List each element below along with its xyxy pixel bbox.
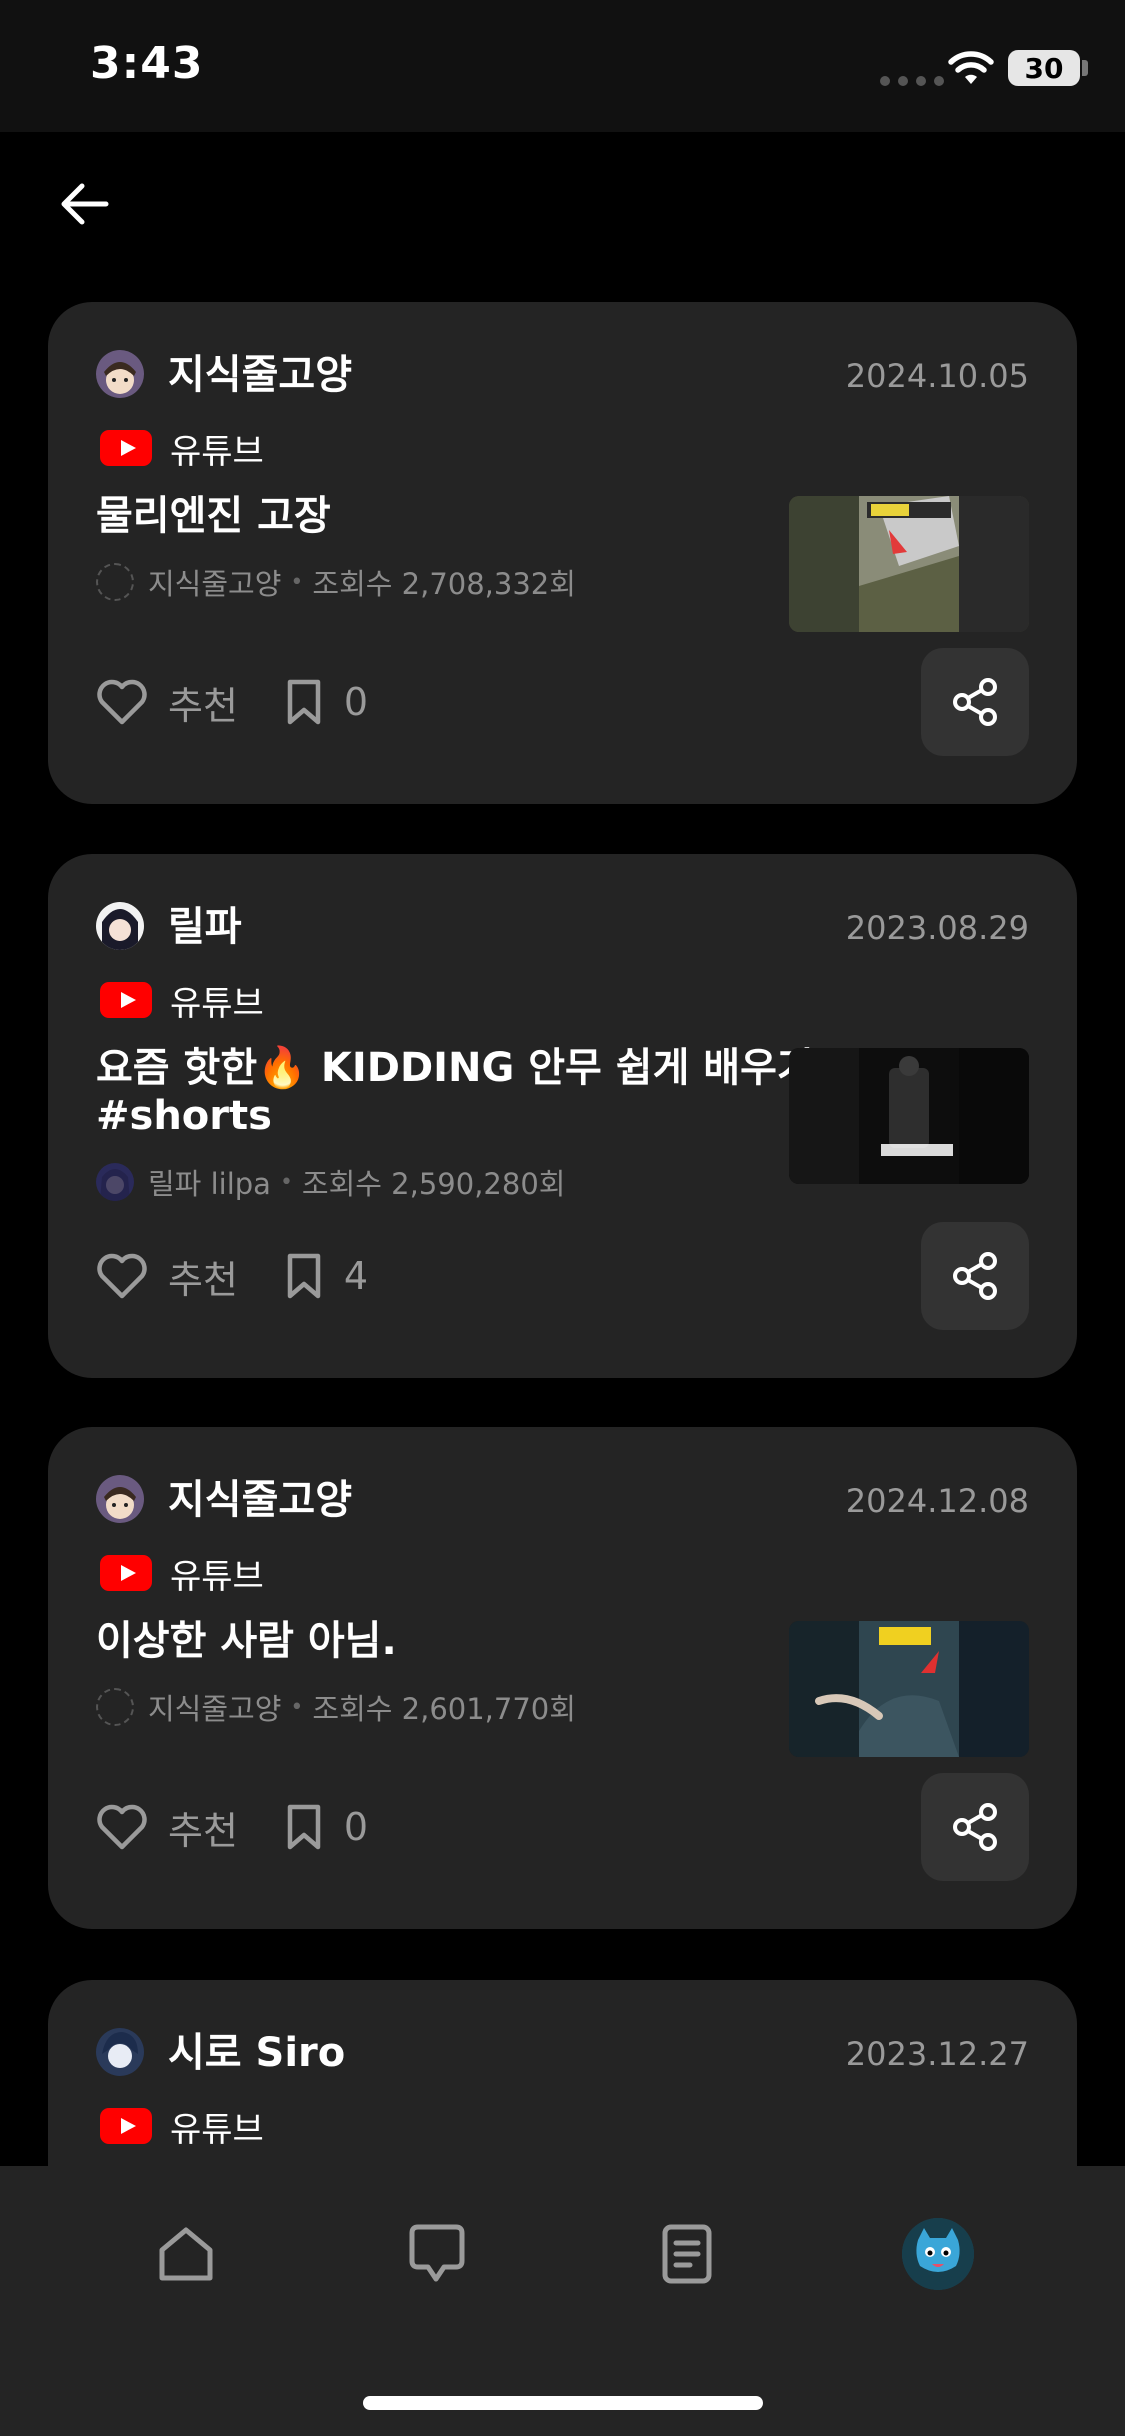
bookmark-icon bbox=[287, 1253, 321, 1299]
share-button[interactable] bbox=[921, 1222, 1029, 1330]
back-button[interactable] bbox=[52, 172, 116, 236]
video-thumbnail[interactable] bbox=[789, 1048, 1029, 1184]
avatar[interactable] bbox=[96, 902, 144, 950]
channel-avatar bbox=[96, 563, 134, 601]
status-bar: 3:43 30 bbox=[0, 0, 1125, 132]
nav-documents[interactable] bbox=[647, 2214, 727, 2294]
meta-row: 지식줄고양 • 조회수 2,601,770회 bbox=[96, 1687, 576, 1727]
nav-profile[interactable] bbox=[898, 2214, 978, 2294]
status-time: 3:43 bbox=[90, 38, 204, 89]
battery-icon: 30 bbox=[1008, 50, 1080, 86]
document-icon bbox=[662, 2224, 712, 2284]
author-name[interactable]: 지식줄고양 bbox=[168, 1475, 352, 1525]
screen: 3:43 30 지식줄고양 2024.10.05 유튜브 물리엔진 고장 지식줄… bbox=[0, 0, 1125, 2436]
video-thumbnail[interactable] bbox=[789, 496, 1029, 632]
author-name[interactable]: 릴파 bbox=[168, 902, 242, 952]
share-icon bbox=[953, 678, 997, 726]
profile-avatar bbox=[902, 2218, 974, 2290]
meta-separator: • bbox=[290, 1694, 304, 1720]
youtube-icon bbox=[100, 430, 152, 466]
share-button[interactable] bbox=[921, 1773, 1029, 1881]
meta-row: 지식줄고양 • 조회수 2,708,332회 bbox=[96, 562, 576, 602]
meta-separator: • bbox=[290, 569, 304, 595]
bookmark-count: 0 bbox=[343, 1805, 369, 1849]
wifi-icon bbox=[948, 51, 994, 84]
post-date: 2023.08.29 bbox=[845, 909, 1029, 947]
post-title[interactable]: 이상한 사람 아님. bbox=[96, 1617, 816, 1665]
battery-tip bbox=[1082, 60, 1088, 76]
heart-icon bbox=[97, 1804, 147, 1850]
card-header: 시로 Siro 2023.12.27 bbox=[96, 2028, 1029, 2078]
author-name[interactable]: 시로 Siro bbox=[168, 2028, 345, 2078]
view-count: 조회수 2,708,332회 bbox=[312, 567, 576, 601]
post-actions: 추천 0 bbox=[96, 1797, 368, 1857]
post-card[interactable]: 지식줄고양 2024.10.05 유튜브 물리엔진 고장 지식줄고양 • 조회수… bbox=[48, 302, 1077, 804]
post-actions: 추천 0 bbox=[96, 672, 368, 732]
post-date: 2024.10.05 bbox=[845, 357, 1029, 395]
channel-avatar bbox=[96, 1688, 134, 1726]
cellular-signal-icon bbox=[880, 76, 944, 86]
channel-name: 릴파 lilpa bbox=[148, 1167, 271, 1201]
video-thumbnail[interactable] bbox=[789, 1621, 1029, 1757]
source-label: 유튜브 bbox=[170, 1556, 264, 1597]
like-button[interactable]: 추천 bbox=[96, 1800, 238, 1855]
bookmark-icon bbox=[287, 679, 321, 725]
share-button[interactable] bbox=[921, 648, 1029, 756]
channel-avatar bbox=[96, 1163, 134, 1201]
source-label: 유튜브 bbox=[170, 2109, 264, 2150]
view-count: 조회수 2,590,280회 bbox=[301, 1167, 566, 1201]
bookmark-button[interactable]: 4 bbox=[286, 1252, 368, 1300]
avatar[interactable] bbox=[96, 2028, 144, 2076]
arrow-left-icon bbox=[61, 183, 109, 225]
youtube-icon bbox=[100, 1555, 152, 1591]
post-card[interactable]: 지식줄고양 2024.12.08 유튜브 이상한 사람 아님. 지식줄고양 • … bbox=[48, 1427, 1077, 1929]
heart-icon bbox=[97, 679, 147, 725]
post-title[interactable]: 물리엔진 고장 bbox=[96, 492, 816, 540]
like-button[interactable]: 추천 bbox=[96, 1249, 238, 1304]
home-icon bbox=[159, 2227, 213, 2281]
share-icon bbox=[953, 1252, 997, 1300]
chat-icon bbox=[409, 2224, 465, 2282]
bookmark-button[interactable]: 0 bbox=[286, 1803, 368, 1851]
like-label: 추천 bbox=[168, 683, 238, 728]
author-name[interactable]: 지식줄고양 bbox=[168, 350, 352, 400]
source-label: 유튜브 bbox=[170, 431, 264, 472]
share-icon bbox=[953, 1803, 997, 1851]
battery-level: 30 bbox=[1024, 51, 1064, 85]
youtube-icon bbox=[100, 982, 152, 1018]
view-count: 조회수 2,601,770회 bbox=[312, 1692, 576, 1726]
bookmark-count: 4 bbox=[343, 1254, 369, 1298]
card-header: 릴파 2023.08.29 bbox=[96, 902, 1029, 952]
home-indicator[interactable] bbox=[363, 2396, 763, 2410]
meta-row: 릴파 lilpa • 조회수 2,590,280회 bbox=[96, 1162, 565, 1202]
bookmark-button[interactable]: 0 bbox=[286, 678, 368, 726]
heart-icon bbox=[97, 1253, 147, 1299]
bookmark-count: 0 bbox=[343, 680, 369, 724]
channel-name: 지식줄고양 bbox=[148, 567, 282, 601]
post-card[interactable]: 릴파 2023.08.29 유튜브 요즘 핫한🔥 KIDDING 안무 쉽게 배… bbox=[48, 854, 1077, 1378]
like-button[interactable]: 추천 bbox=[96, 675, 238, 730]
source-label: 유튜브 bbox=[170, 983, 264, 1024]
avatar[interactable] bbox=[96, 1475, 144, 1523]
post-date: 2024.12.08 bbox=[845, 1482, 1029, 1520]
meta-separator: • bbox=[279, 1169, 293, 1195]
avatar[interactable] bbox=[96, 350, 144, 398]
card-header: 지식줄고양 2024.10.05 bbox=[96, 350, 1029, 400]
bookmark-icon bbox=[287, 1804, 321, 1850]
post-title[interactable]: 요즘 핫한🔥 KIDDING 안무 쉽게 배우기 #shorts bbox=[96, 1044, 816, 1140]
card-header: 지식줄고양 2024.12.08 bbox=[96, 1475, 1029, 1525]
channel-name: 지식줄고양 bbox=[148, 1692, 282, 1726]
youtube-icon bbox=[100, 2108, 152, 2144]
nav-home[interactable] bbox=[146, 2214, 226, 2294]
source-row: 유튜브 bbox=[100, 978, 264, 1024]
like-label: 추천 bbox=[168, 1257, 238, 1302]
source-row: 유튜브 bbox=[100, 1551, 264, 1597]
source-row: 유튜브 bbox=[100, 426, 264, 472]
like-label: 추천 bbox=[168, 1808, 238, 1853]
post-date: 2023.12.27 bbox=[845, 2035, 1029, 2073]
source-row: 유튜브 bbox=[100, 2104, 264, 2150]
post-actions: 추천 4 bbox=[96, 1246, 368, 1306]
nav-chat[interactable] bbox=[397, 2214, 477, 2294]
